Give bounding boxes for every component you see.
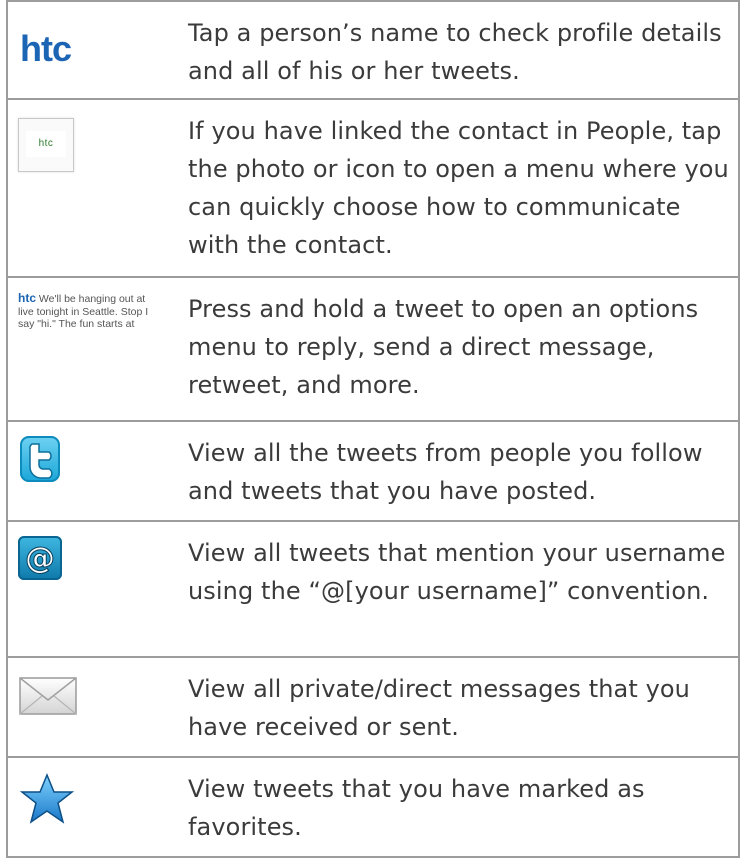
row-description: View tweets that you have marked as favo…	[188, 775, 645, 841]
row-description: View all private/direct messages that yo…	[188, 675, 690, 741]
tweet-preview-line3: say "hi." The fun starts at	[18, 318, 135, 330]
table-row: View tweets that you have marked as favo…	[8, 758, 738, 858]
mail-envelope-icon	[18, 674, 78, 718]
tweet-preview-line1: We'll be hanging out at	[36, 293, 146, 305]
table-row: htc If you have linked the contact in Pe…	[8, 100, 738, 278]
twitter-bird-icon	[20, 436, 60, 482]
htc-logo-icon: htc	[20, 24, 94, 74]
contact-photo-icon: htc	[18, 118, 74, 172]
table-row: htc We'll be hanging out at live tonight…	[8, 278, 738, 422]
row-description: View all tweets that mention your userna…	[188, 539, 726, 605]
icon-cell: htc	[8, 100, 178, 276]
table-row: htc Tap a person’s name to check profile…	[8, 0, 738, 100]
icon-cell	[8, 658, 178, 756]
at-mention-icon: @	[18, 536, 62, 580]
svg-text:@: @	[25, 541, 55, 576]
tweet-preview-brand: htc	[18, 292, 36, 305]
contact-photo-text: htc	[38, 138, 54, 149]
icon-cell	[8, 758, 178, 856]
favorite-star-icon	[18, 772, 76, 826]
icon-cell: @	[8, 522, 178, 656]
row-description: Tap a person’s name to check profile det…	[188, 19, 722, 85]
feature-table: htc Tap a person’s name to check profile…	[6, 0, 740, 858]
row-description: Press and hold a tweet to open an option…	[188, 295, 699, 399]
table-row: View all the tweets from people you foll…	[8, 422, 738, 522]
table-row: View all private/direct messages that yo…	[8, 658, 738, 758]
row-description: If you have linked the contact in People…	[188, 117, 729, 259]
tweet-preview-line2: live tonight in Seattle. Stop I	[18, 305, 149, 318]
htc-logo-text: htc	[20, 28, 72, 69]
icon-cell: htc	[8, 2, 178, 98]
icon-cell	[8, 422, 178, 520]
icon-cell: htc We'll be hanging out at live tonight…	[8, 278, 178, 420]
table-row: @ View all tweets that mention your user…	[8, 522, 738, 658]
row-description: View all the tweets from people you foll…	[188, 439, 703, 505]
tweet-preview-icon: htc We'll be hanging out at live tonight…	[18, 292, 186, 331]
